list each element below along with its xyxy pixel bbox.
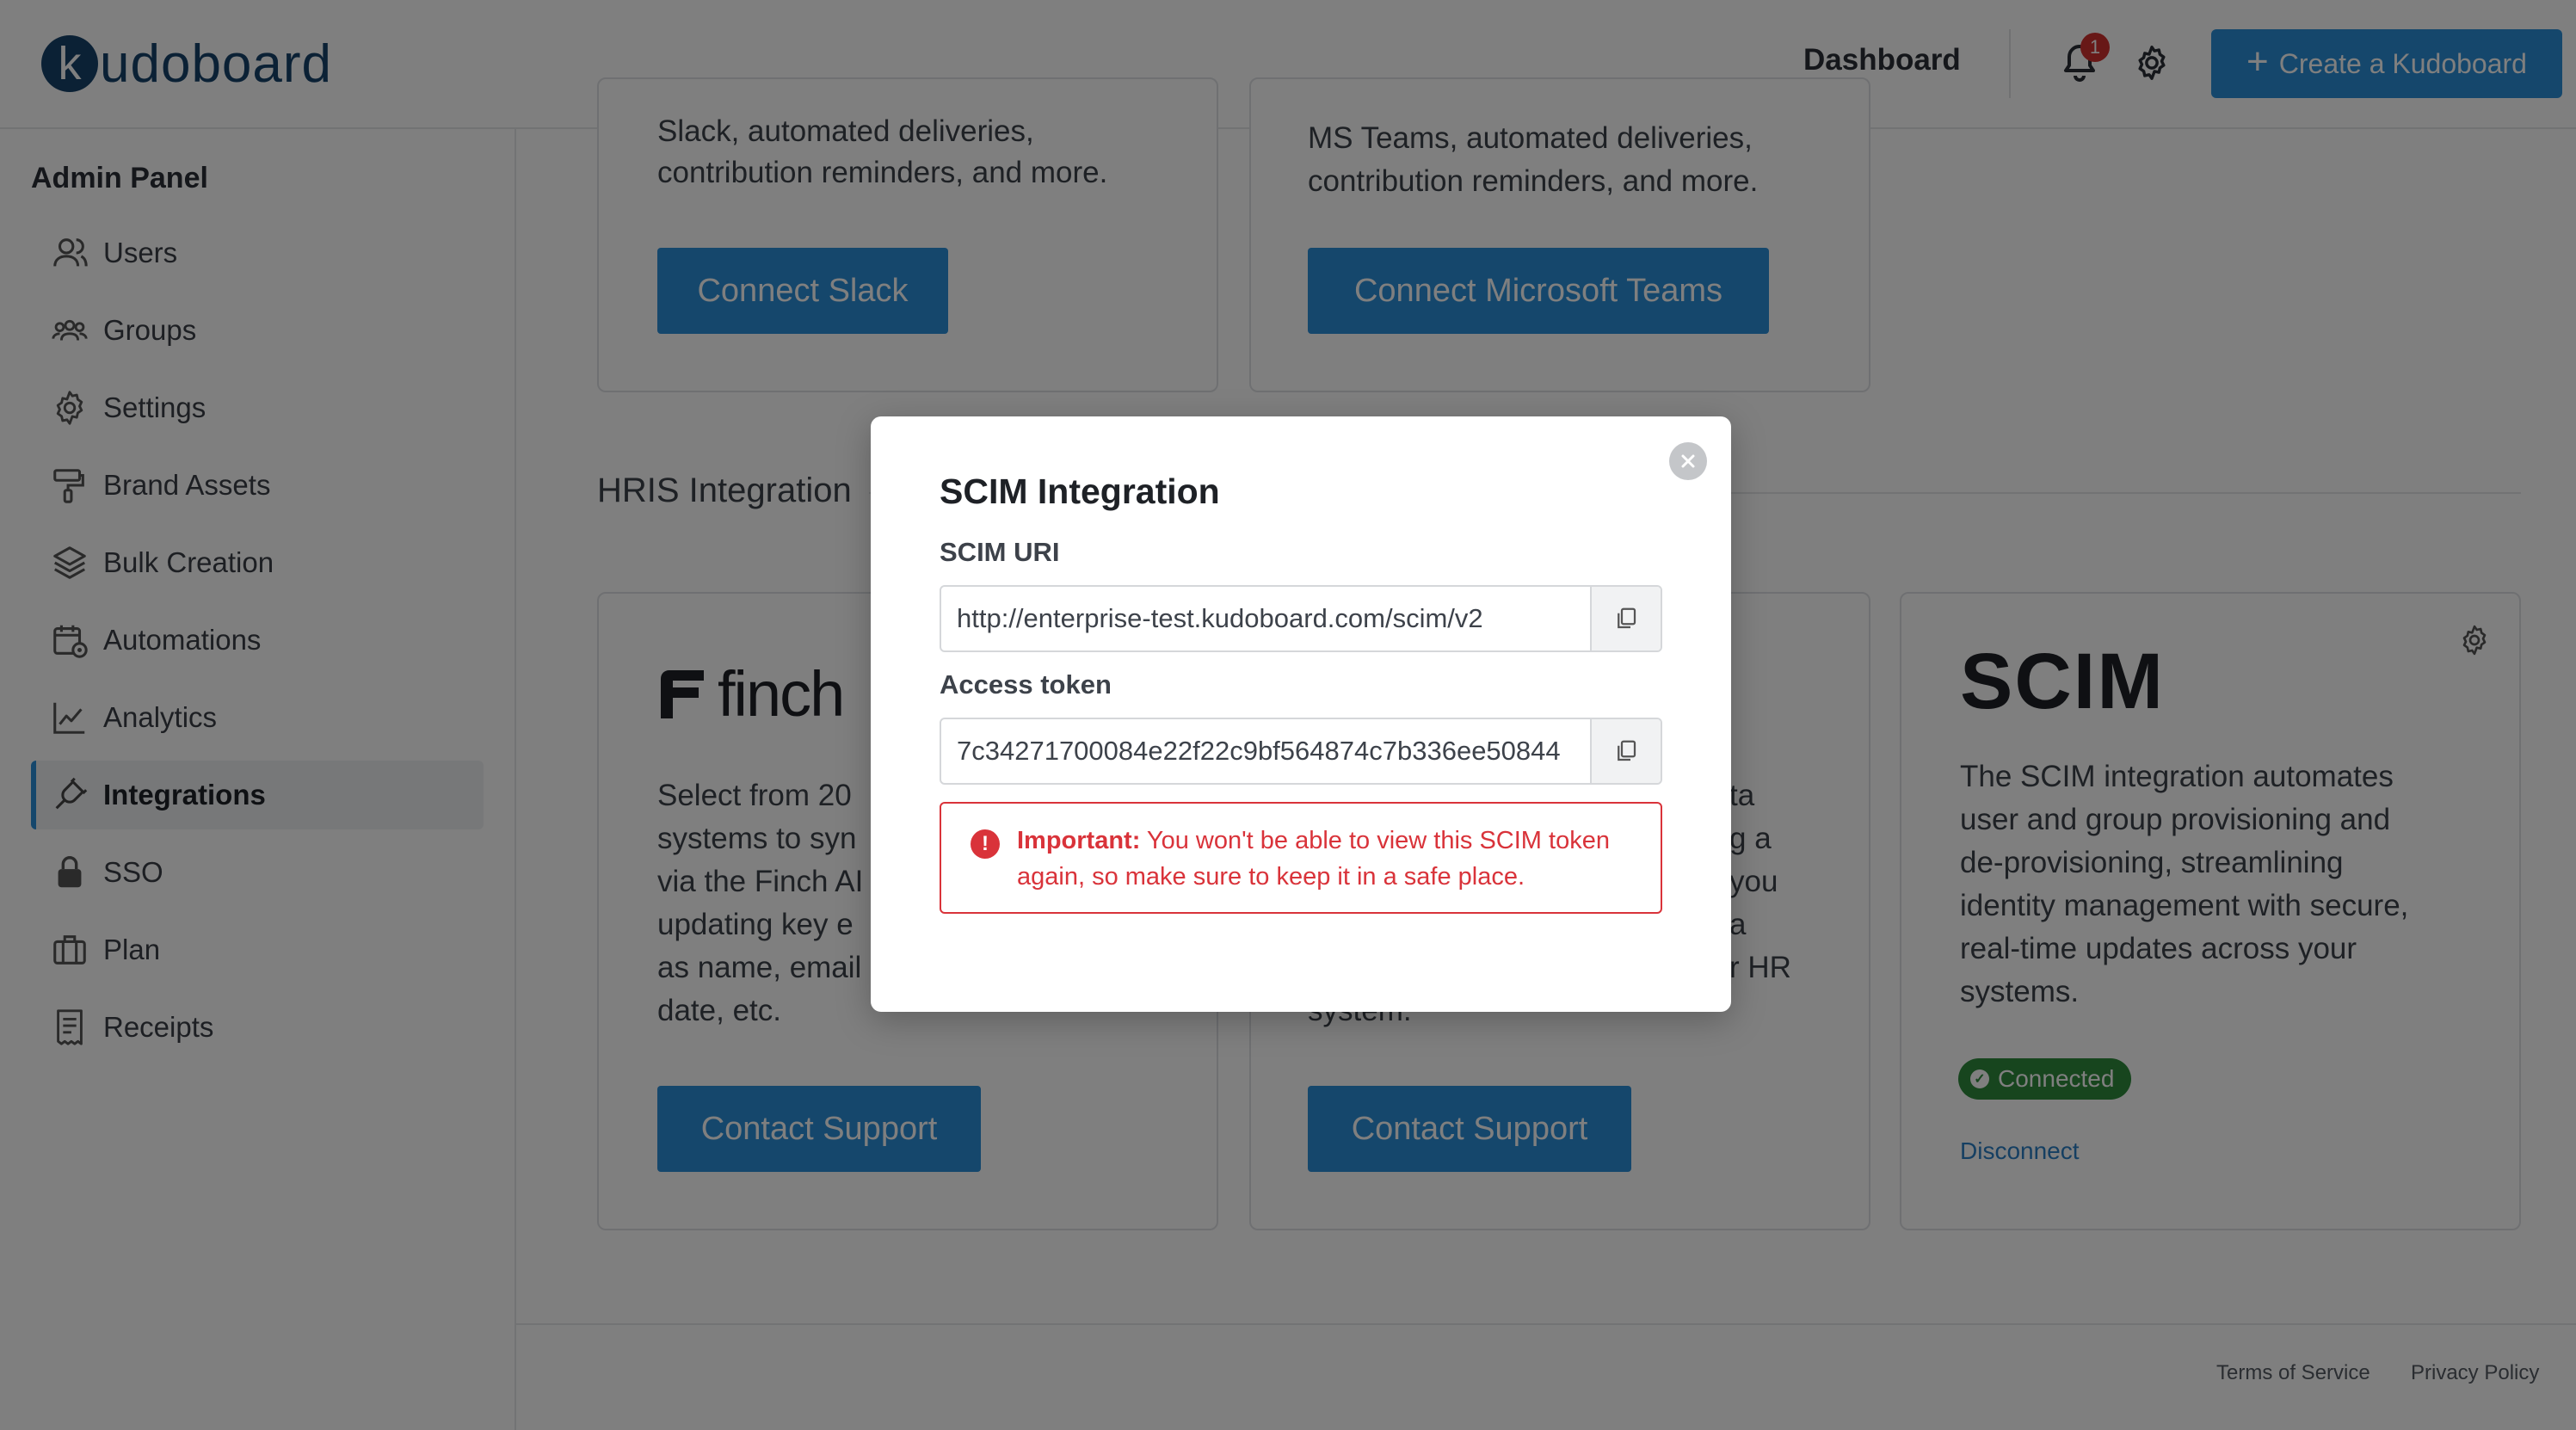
access-token-field: 7c34271700084e22f22c9bf564874c7b336ee508… — [940, 718, 1662, 785]
copy-icon — [1618, 607, 1636, 629]
access-token-input[interactable]: 7c34271700084e22f22c9bf564874c7b336ee508… — [941, 719, 1590, 783]
exclamation-icon: ! — [971, 829, 1000, 859]
access-token-label: Access token — [940, 669, 1112, 700]
token-warning-alert: ! Important: You won't be able to view t… — [940, 802, 1662, 914]
close-button[interactable] — [1669, 442, 1707, 480]
scim-integration-modal: SCIM Integration SCIM URI http://enterpr… — [871, 416, 1731, 1012]
alert-strong: Important: — [1017, 827, 1141, 854]
modal-title: SCIM Integration — [940, 472, 1220, 511]
close-icon — [1681, 454, 1695, 468]
alert-message: Important: You won't be able to view thi… — [1017, 823, 1645, 895]
copy-icon — [1618, 740, 1636, 761]
scim-uri-label: SCIM URI — [940, 537, 1060, 567]
copy-token-button[interactable] — [1590, 719, 1661, 783]
scim-uri-field: http://enterprise-test.kudoboard.com/sci… — [940, 585, 1662, 652]
scim-uri-input[interactable]: http://enterprise-test.kudoboard.com/sci… — [941, 587, 1590, 650]
copy-uri-button[interactable] — [1590, 587, 1661, 650]
